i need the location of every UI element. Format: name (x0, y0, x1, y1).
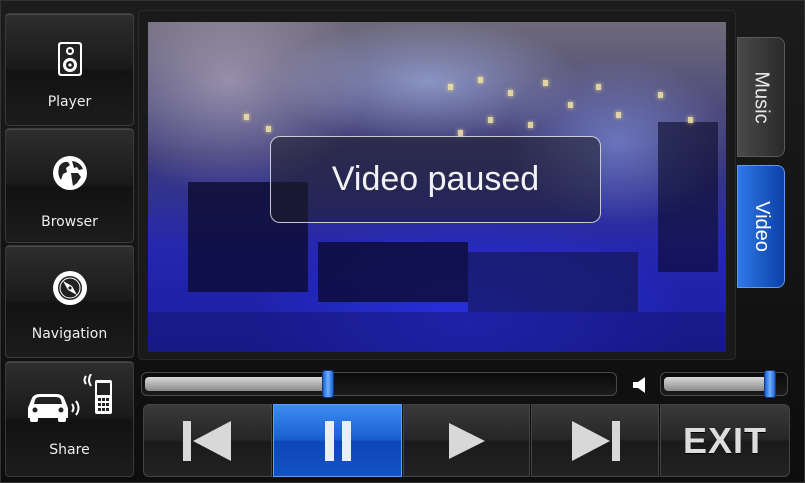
stage-floor (148, 312, 726, 352)
sidebar-item-label: Player (47, 94, 92, 110)
sidebar-item-player[interactable]: Player (5, 13, 134, 126)
stage-light (448, 84, 453, 90)
stage-silhouette (658, 122, 718, 272)
stage-light (616, 112, 621, 118)
sidebar-item-label: Browser (41, 214, 98, 230)
skip-previous-icon (182, 420, 231, 461)
speaker-volume-icon[interactable] (631, 376, 649, 394)
tab-video[interactable]: Video (737, 165, 785, 288)
stage-light (266, 126, 271, 132)
exit-button[interactable]: EXIT (660, 404, 790, 477)
volume-fill (664, 377, 770, 391)
stage-light (543, 80, 548, 86)
stage-light (596, 84, 601, 90)
exit-label: EXIT (682, 419, 767, 461)
stage-light (478, 77, 483, 83)
globe-icon (52, 156, 87, 190)
speaker-icon (57, 42, 82, 76)
stage-light (488, 117, 493, 123)
stage-silhouette (468, 252, 638, 312)
previous-button[interactable] (143, 404, 272, 477)
volume-slider[interactable] (660, 370, 788, 398)
sidebar-item-share[interactable]: Share (5, 361, 134, 477)
progress-fill (145, 377, 328, 391)
play-button[interactable] (403, 404, 530, 477)
next-button[interactable] (531, 404, 659, 477)
play-icon (448, 422, 485, 459)
skip-next-icon (572, 420, 620, 461)
pause-icon (324, 420, 351, 461)
paused-overlay: Video paused (270, 136, 601, 223)
volume-knob[interactable] (764, 370, 776, 398)
tab-label: Music (750, 70, 773, 124)
car-phone-icon (27, 374, 112, 422)
tab-music[interactable]: Music (737, 37, 785, 157)
progress-knob[interactable] (322, 370, 334, 398)
stage-light (568, 102, 573, 108)
stage-light (508, 90, 513, 96)
sidebar-item-browser[interactable]: Browser (5, 128, 134, 243)
pause-button[interactable] (273, 404, 402, 477)
sidebar-item-label: Navigation (31, 326, 108, 342)
compass-icon (52, 271, 87, 305)
stage-silhouette (318, 242, 468, 302)
sidebar-item-navigation[interactable]: Navigation (5, 245, 134, 358)
stage-light (688, 117, 693, 123)
stage-light (528, 122, 533, 128)
sidebar-item-label: Share (49, 442, 90, 458)
stage-light (658, 92, 663, 98)
tab-label: Video (750, 201, 773, 252)
stage-light (244, 114, 249, 120)
progress-slider[interactable] (141, 370, 617, 398)
